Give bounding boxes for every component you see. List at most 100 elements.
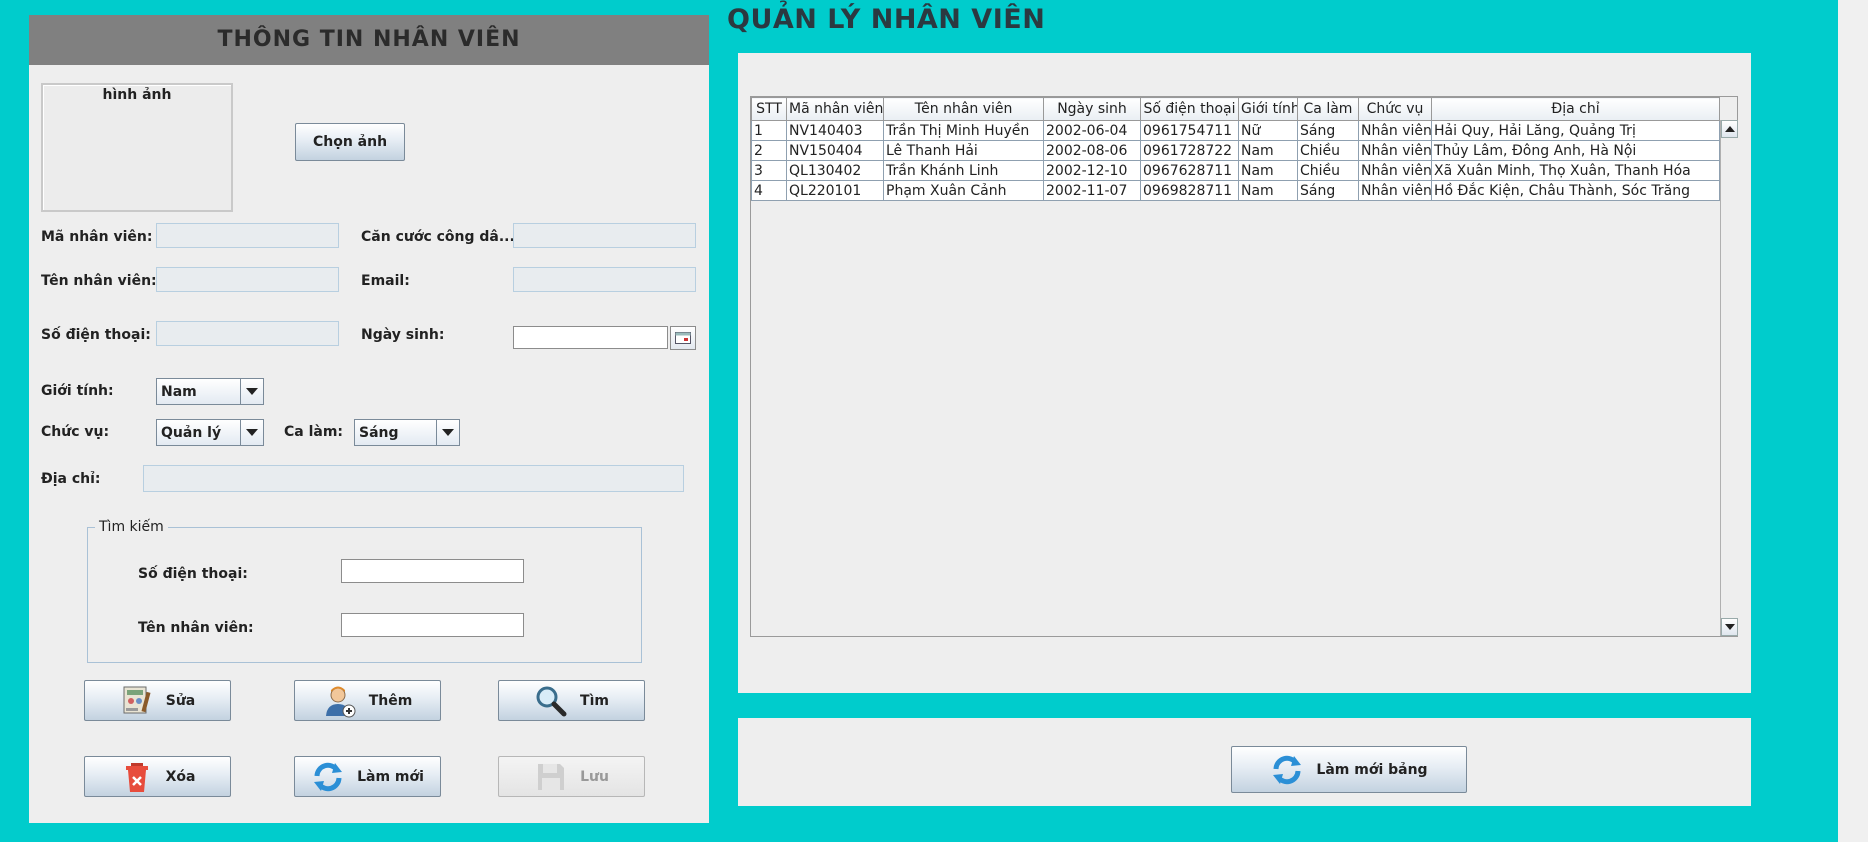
- employee-name-label: Tên nhân viên:: [41, 273, 157, 289]
- arrow-down-icon: [1724, 624, 1735, 630]
- employee-table-panel: STT Mã nhân viên Tên nhân viên Ngày sinh Số …: [738, 53, 1751, 693]
- table-header-row: STT Mã nhân viên Tên nhân viên Ngày sinh Số …: [751, 97, 1720, 121]
- table-cell[interactable]: Nhân viên: [1358, 140, 1432, 161]
- employee-photo: hình ảnh: [41, 83, 233, 212]
- photo-placeholder-label: hình ảnh: [102, 87, 172, 103]
- edit-button[interactable]: Sửa: [84, 680, 231, 721]
- scroll-down-button[interactable]: [1721, 618, 1738, 636]
- column-header[interactable]: Ngày sinh: [1043, 97, 1141, 121]
- chevron-down-icon: [436, 420, 459, 445]
- table-cell[interactable]: Nhân viên: [1358, 180, 1432, 201]
- table-cell[interactable]: Trần Khánh Linh: [883, 160, 1044, 181]
- table-cell[interactable]: QL220101: [786, 180, 884, 201]
- column-header[interactable]: Giới tính: [1238, 97, 1298, 121]
- column-header[interactable]: STT: [751, 97, 787, 121]
- search-name-input[interactable]: [341, 613, 524, 637]
- window-edge: [1838, 0, 1868, 842]
- table-row[interactable]: 1 NV140403 Trần Thị Minh Huyền 2002-06-04 09…: [751, 120, 1720, 141]
- birthday-field[interactable]: [513, 326, 668, 349]
- address-label: Địa chỉ:: [41, 471, 101, 487]
- add-label: Thêm: [368, 692, 413, 709]
- table-cell[interactable]: Nam: [1238, 180, 1298, 201]
- table-cell[interactable]: Sáng: [1297, 180, 1359, 201]
- table-cell[interactable]: 2002-12-10: [1043, 160, 1141, 181]
- table-cell[interactable]: Xã Xuân Minh, Thọ Xuân, Thanh Hóa: [1431, 160, 1720, 181]
- column-header[interactable]: Số điện thoại: [1140, 97, 1239, 121]
- phone-label: Số điện thoại:: [41, 327, 151, 343]
- refresh-button[interactable]: Làm mới: [294, 756, 441, 797]
- table-cell[interactable]: Nam: [1238, 160, 1298, 181]
- table-cell[interactable]: 2002-11-07: [1043, 180, 1141, 201]
- employee-id-field[interactable]: [156, 223, 339, 248]
- vertical-scrollbar[interactable]: [1720, 120, 1738, 636]
- column-header[interactable]: Mã nhân viên: [786, 97, 884, 121]
- employee-id-label: Mã nhân viên:: [41, 229, 153, 245]
- table-cell[interactable]: QL130402: [786, 160, 884, 181]
- birthday-label: Ngày sinh:: [361, 327, 445, 343]
- choose-image-button[interactable]: Chọn ảnh: [295, 123, 405, 161]
- email-field[interactable]: [513, 267, 696, 292]
- column-header[interactable]: Tên nhân viên: [883, 97, 1044, 121]
- table-cell[interactable]: Nhân viên: [1358, 160, 1432, 181]
- table-cell[interactable]: Nhân viên: [1358, 120, 1432, 141]
- shift-label: Ca làm:: [284, 424, 344, 440]
- table-row[interactable]: 3 QL130402 Trần Khánh Linh 2002-12-10 096762…: [751, 160, 1720, 181]
- column-header[interactable]: Chức vụ: [1358, 97, 1432, 121]
- refresh-icon: [311, 760, 345, 794]
- table-cell[interactable]: Hải Quy, Hải Lăng, Quảng Trị: [1431, 120, 1720, 141]
- gender-select[interactable]: Nam: [156, 378, 264, 405]
- table-cell[interactable]: Chiều: [1297, 140, 1359, 161]
- table-cell[interactable]: 0961754711: [1140, 120, 1239, 141]
- table-cell[interactable]: Chiều: [1297, 160, 1359, 181]
- scroll-up-button[interactable]: [1721, 120, 1738, 138]
- refresh-table-label: Làm mới bảng: [1316, 761, 1428, 778]
- column-header[interactable]: Ca làm: [1297, 97, 1359, 121]
- employee-table[interactable]: STT Mã nhân viên Tên nhân viên Ngày sinh Số …: [751, 97, 1720, 201]
- refresh-table-button[interactable]: Làm mới bảng: [1231, 746, 1467, 793]
- phone-field[interactable]: [156, 321, 339, 346]
- save-icon: [534, 760, 568, 794]
- table-cell[interactable]: Trần Thị Minh Huyền: [883, 120, 1044, 141]
- employee-name-field[interactable]: [156, 267, 339, 292]
- table-cell[interactable]: Nữ: [1238, 120, 1298, 141]
- table-cell[interactable]: Lê Thanh Hải: [883, 140, 1044, 161]
- table-cell[interactable]: 2: [751, 140, 787, 161]
- save-button[interactable]: Lưu: [498, 756, 645, 797]
- address-field[interactable]: [143, 465, 684, 492]
- table-cell[interactable]: 2002-06-04: [1043, 120, 1141, 141]
- calendar-icon: [675, 332, 691, 344]
- shift-select[interactable]: Sáng: [354, 419, 460, 446]
- table-cell[interactable]: NV140403: [786, 120, 884, 141]
- table-row[interactable]: 4 QL220101 Phạm Xuân Cảnh 2002-11-07 0969828…: [751, 180, 1720, 201]
- position-select[interactable]: Quản lý: [156, 419, 264, 446]
- table-cell[interactable]: Phạm Xuân Cảnh: [883, 180, 1044, 201]
- table-cell[interactable]: Nam: [1238, 140, 1298, 161]
- search-phone-input[interactable]: [341, 559, 524, 583]
- position-label: Chức vụ:: [41, 424, 110, 440]
- table-cell[interactable]: 4: [751, 180, 787, 201]
- table-cell[interactable]: 3: [751, 160, 787, 181]
- search-group-legend: Tìm kiếm: [95, 519, 168, 535]
- table-cell[interactable]: NV150404: [786, 140, 884, 161]
- find-button[interactable]: Tìm: [498, 680, 645, 721]
- table-row[interactable]: 2 NV150404 Lê Thanh Hải 2002-08-06 096172872…: [751, 140, 1720, 161]
- table-cell[interactable]: 0967628711: [1140, 160, 1239, 181]
- panel-title: THÔNG TIN NHÂN VIÊN: [217, 27, 521, 52]
- table-cell[interactable]: 0961728722: [1140, 140, 1239, 161]
- search-group: [87, 527, 642, 663]
- column-header[interactable]: Địa chỉ: [1431, 97, 1720, 121]
- delete-button[interactable]: Xóa: [84, 756, 231, 797]
- table-cell[interactable]: Thủy Lâm, Đông Anh, Hà Nội: [1431, 140, 1720, 161]
- table-cell[interactable]: Hồ Đắc Kiện, Châu Thành, Sóc Trăng: [1431, 180, 1720, 201]
- table-cell[interactable]: Sáng: [1297, 120, 1359, 141]
- search-name-label: Tên nhân viên:: [138, 620, 254, 636]
- table-cell[interactable]: 1: [751, 120, 787, 141]
- employee-table-scrollpane: STT Mã nhân viên Tên nhân viên Ngày sinh Số …: [750, 96, 1738, 637]
- calendar-button[interactable]: [670, 326, 696, 350]
- table-cell[interactable]: 2002-08-06: [1043, 140, 1141, 161]
- gender-value: Nam: [161, 383, 197, 400]
- citizen-id-field[interactable]: [513, 223, 696, 248]
- table-cell[interactable]: 0969828711: [1140, 180, 1239, 201]
- add-button[interactable]: Thêm: [294, 680, 441, 721]
- gender-label: Giới tính:: [41, 383, 114, 399]
